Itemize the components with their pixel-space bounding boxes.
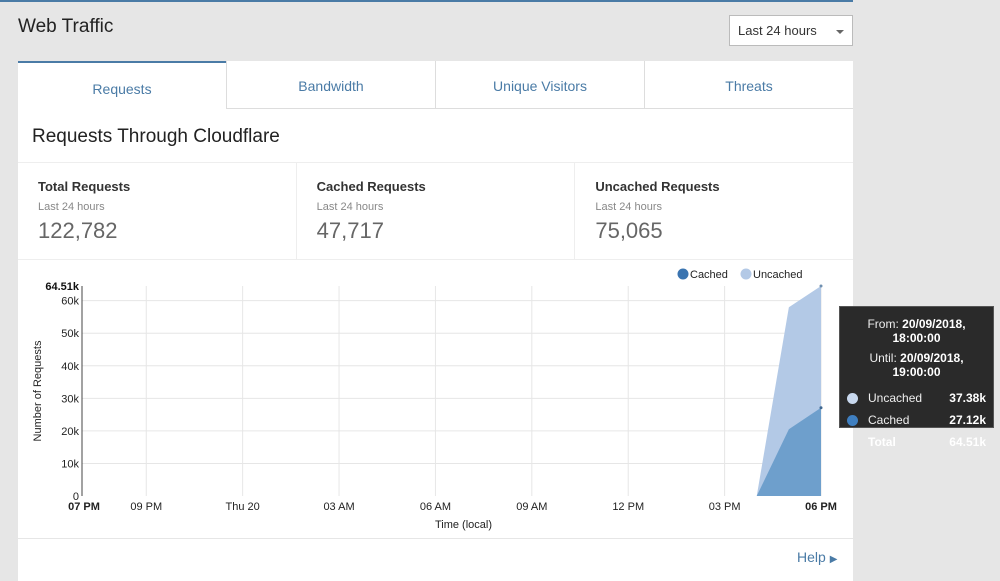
x-tick-label: 12 PM xyxy=(612,501,644,513)
cached-point xyxy=(819,406,823,410)
y-tick-label: 40k xyxy=(61,361,79,373)
tooltip-until: 20/09/2018, 19:00:00 xyxy=(892,351,964,379)
uncached-area xyxy=(82,286,821,496)
x-tick-label: 06 AM xyxy=(420,501,451,513)
y-tick-label: 30k xyxy=(61,393,79,405)
requests-chart: 010k20k30k40k50k60k64.51k07 PM 09 PM Thu 2… xyxy=(32,268,837,531)
tooltip-row-name: Cached xyxy=(868,413,910,427)
x-tick-label: 03 PM xyxy=(709,501,741,513)
y-max-label: 64.51k xyxy=(45,281,80,293)
cached-dot-icon xyxy=(847,414,858,426)
x-tick-label: 06 PM xyxy=(805,501,837,513)
tooltip-row-value: 27.12k xyxy=(949,413,986,427)
uncached-point xyxy=(819,284,823,288)
tooltip-row-value: 64.51k xyxy=(949,435,986,449)
legend-uncached: Uncached xyxy=(753,269,803,281)
tooltip-row-name: Uncached xyxy=(868,391,923,405)
x-tick-label: 07 PM xyxy=(68,501,100,513)
y-tick-label: 60k xyxy=(61,296,79,308)
tooltip-until-label: Until: xyxy=(869,351,897,365)
legend-uncached-icon xyxy=(740,268,752,280)
help-label: Help xyxy=(797,549,826,565)
y-axis-title: Number of Requests xyxy=(32,340,44,441)
legend-cached-icon xyxy=(677,268,689,280)
x-tick-label: Thu 20 xyxy=(226,501,260,513)
cached-area xyxy=(82,407,821,496)
caret-right-icon: ▶ xyxy=(829,554,838,565)
uncached-dot-icon xyxy=(847,392,858,404)
divider xyxy=(18,538,853,539)
help-link[interactable]: Help ▶ xyxy=(797,549,837,565)
x-tick-label: 09 AM xyxy=(516,501,547,513)
x-axis-title: Time (local) xyxy=(435,519,492,531)
legend-cached: Cached xyxy=(690,269,728,281)
y-tick-label: 20k xyxy=(61,426,79,438)
tooltip-row-name: Total xyxy=(868,435,896,449)
y-tick-label: 50k xyxy=(61,328,79,340)
y-tick-label: 10k xyxy=(61,458,79,470)
tooltip-row-value: 37.38k xyxy=(949,391,986,405)
x-tick-label: 09 PM xyxy=(130,501,162,513)
chart-tooltip: From: 20/09/2018, 18:00:00 Until: 20/09/… xyxy=(839,306,994,449)
x-tick-label: 03 AM xyxy=(323,501,354,513)
tooltip-from: 20/09/2018, 18:00:00 xyxy=(892,317,966,345)
tooltip-from-label: From: xyxy=(867,317,899,331)
